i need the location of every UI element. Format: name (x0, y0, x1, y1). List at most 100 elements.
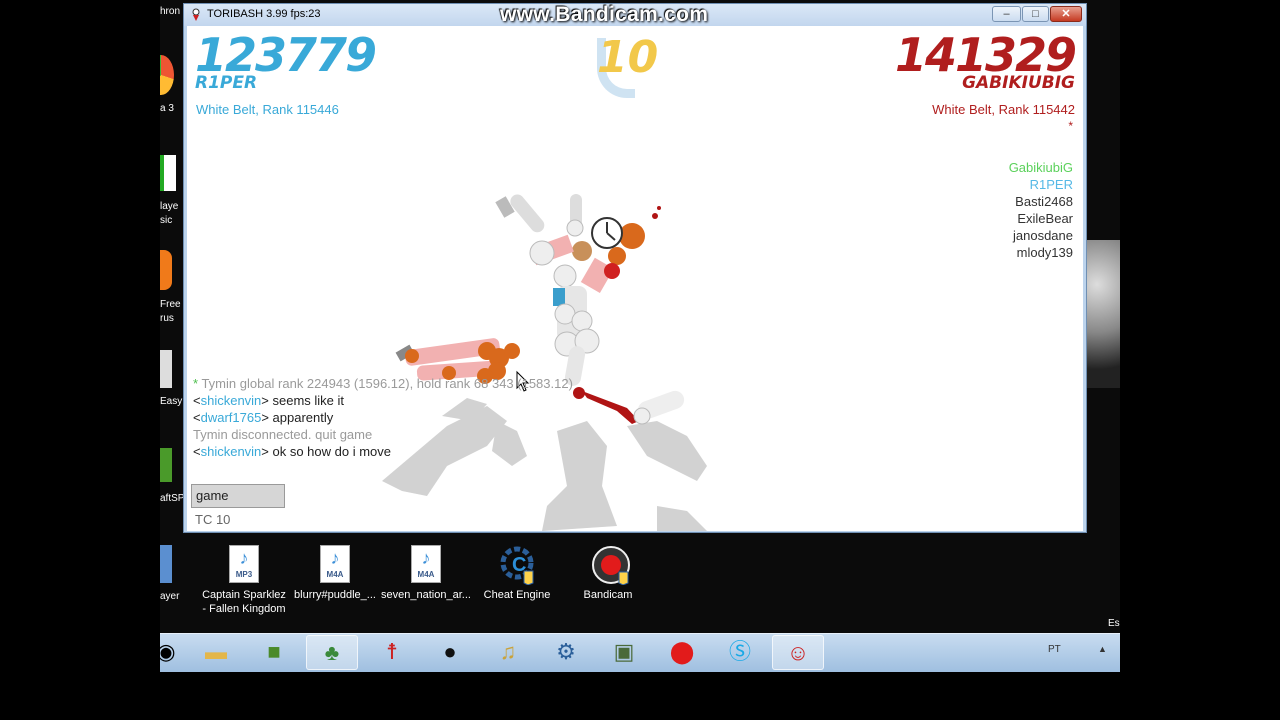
desktop-label: aftSP (160, 493, 185, 504)
cube-icon: ▣ (613, 639, 635, 664)
desktop-label: sic (160, 215, 173, 226)
chrome-icon: ◉ (160, 639, 176, 664)
window-title: TORIBASH 3.99 fps:23 (207, 8, 321, 20)
app-icon[interactable] (160, 350, 172, 388)
music-note-icon: ♫ (499, 639, 517, 664)
skype-icon: Ⓢ (728, 639, 751, 664)
desktop-screen: hron a 3 laye sic Free rus Easy aftSP ay… (160, 0, 1120, 720)
game-viewport[interactable]: 10 123779 R1PER White Belt, Rank 115446 … (187, 26, 1083, 531)
player-list-item[interactable]: mlody139 (1009, 244, 1073, 261)
chat-input[interactable]: game (191, 484, 285, 508)
close-button[interactable]: ✕ (1050, 6, 1082, 22)
taskbar-chrome[interactable]: ◉ (160, 635, 192, 670)
desktop-icon-label: Captain Sparklez (202, 589, 286, 601)
chat-bracket: < (193, 444, 201, 459)
taskbar-skype[interactable]: Ⓢ (714, 635, 766, 670)
turn-marker: * (1068, 119, 1073, 133)
desktop-label: a 3 (160, 103, 174, 114)
music-file-icon: ♪ M4A (411, 545, 441, 583)
chat-line: <shickenvin> seems like it (193, 392, 573, 409)
toribash-window: TORIBASH 3.99 fps:23 – □ ✕ 10 123779 R1P… (183, 3, 1087, 533)
player-list-item[interactable]: janosdane (1009, 227, 1073, 244)
desktop-icon-bandicam[interactable]: Bandicam (560, 545, 656, 602)
player-list-item[interactable]: GabikiubiG (1009, 159, 1073, 176)
right-player-name: GABIKIUBIG (962, 73, 1075, 93)
player-list-item[interactable]: R1PER (1009, 176, 1073, 193)
chat-bracket: > (261, 393, 269, 408)
record-icon: ⬤ (669, 639, 695, 664)
toribash-icon (192, 8, 200, 21)
desktop-label: Es (1108, 618, 1120, 629)
desktop-label: hron (160, 6, 181, 17)
desktop-icon-blurry-puddle[interactable]: ♪ M4A blurry#puddle_... (287, 545, 383, 602)
taskbar-stickman-app[interactable]: ☨ (366, 635, 418, 670)
chat-username: shickenvin (200, 444, 262, 459)
app-icon[interactable] (160, 155, 176, 191)
taskbar-pinned-app[interactable]: ♣ (306, 635, 358, 670)
steam-icon: ● (443, 639, 457, 664)
taskbar: ◉ ▬ ■ ♣ ☨ ● ♫ ⚙ ▣ ⬤ Ⓢ ☺ PT ▲ (160, 633, 1120, 672)
grass-block-icon: ■ (267, 639, 281, 664)
chat-username: shickenvin (200, 393, 262, 408)
folder-icon: ▬ (205, 639, 227, 664)
app-icon[interactable] (160, 55, 174, 95)
chat-bracket: > (261, 444, 269, 459)
chat-log: * Tymin global rank 224943 (1596.12), ho… (193, 375, 573, 460)
chat-username: dwarf1765 (200, 410, 262, 425)
right-player-rank: White Belt, Rank 115442 (932, 102, 1075, 117)
taskbar-steam[interactable]: ● (424, 635, 476, 670)
desktop-icon-label: blurry#puddle_... (294, 589, 376, 601)
music-file-icon: ♪ M4A (320, 545, 350, 583)
taskbar-bandicam[interactable]: ⬤ (656, 635, 708, 670)
desktop-left-edge: hron a 3 laye sic Free rus Easy aftSP ay… (160, 0, 185, 633)
minimize-button[interactable]: – (992, 6, 1021, 22)
desktop-label: rus (160, 313, 174, 324)
desktop-icon-seven-nation-army[interactable]: ♪ M4A seven_nation_ar... (378, 545, 474, 602)
chat-line: * Tymin global rank 224943 (1596.12), ho… (193, 375, 573, 392)
stickman-icon: ☨ (386, 639, 398, 664)
bandicam-watermark: www.Bandicam.com (500, 3, 709, 26)
app-icon[interactable] (160, 545, 172, 583)
desktop-icon-label: Cheat Engine (483, 589, 551, 601)
users-icon: ♣ (324, 640, 340, 665)
music-file-icon: ♪ MP3 (229, 545, 259, 583)
app-icon[interactable] (160, 250, 172, 290)
taskbar-minecraft[interactable]: ■ (248, 635, 300, 670)
cheat-engine-icon: C (500, 546, 534, 586)
desktop-icon-label: - Fallen Kingdom (202, 603, 286, 615)
chat-notice: Tymin disconnected. quit game (193, 427, 373, 442)
show-hidden-icons-icon[interactable]: ▲ (1098, 644, 1107, 654)
chat-text: Tymin global rank 224943 (1596.12), hold… (198, 376, 573, 391)
app-icon[interactable] (160, 448, 172, 482)
close-icon: ✕ (1061, 8, 1071, 20)
player-list-item[interactable]: ExileBear (1009, 210, 1073, 227)
chat-line: <dwarf1765> apparently (193, 409, 573, 426)
toricredits-label: TC 10 (195, 512, 231, 527)
left-player-rank: White Belt, Rank 115446 (196, 102, 339, 117)
left-player-name: R1PER (195, 73, 258, 93)
player-list-item[interactable]: Basti2468 (1009, 193, 1073, 210)
desktop-icon-label: seven_nation_ar... (381, 589, 471, 601)
chat-text: seems like it (268, 393, 345, 408)
desktop-label: Easy (160, 396, 183, 407)
turn-timer: 10 (597, 32, 659, 83)
desktop-icon-cheat-engine[interactable]: C Cheat Engine (469, 545, 565, 602)
taskbar-cheat-engine[interactable]: ⚙ (540, 635, 592, 670)
language-indicator[interactable]: PT (1048, 644, 1061, 655)
desktop-icon-captain-sparklez[interactable]: ♪ MP3 Captain Sparklez - Fallen Kingdom (196, 545, 292, 616)
chat-bracket: < (193, 393, 201, 408)
taskbar-3d-app[interactable]: ▣ (598, 635, 650, 670)
taskbar-toribash[interactable]: ☺ (772, 635, 824, 670)
chat-text: ok so how do i move (268, 444, 392, 459)
desktop-label: ayer (160, 591, 180, 602)
chat-text: apparently (268, 410, 334, 425)
taskbar-explorer[interactable]: ▬ (190, 635, 242, 670)
minimize-icon: – (1003, 8, 1010, 20)
maximize-icon: □ (1032, 8, 1039, 20)
maximize-button[interactable]: □ (1022, 6, 1049, 22)
player-list: GabikiubiG R1PER Basti2468 ExileBear jan… (1009, 159, 1073, 261)
bandicam-icon (592, 546, 630, 586)
chat-bracket: > (261, 410, 269, 425)
taskbar-music-player[interactable]: ♫ (482, 635, 534, 670)
letterbox-bottom (160, 672, 1120, 720)
